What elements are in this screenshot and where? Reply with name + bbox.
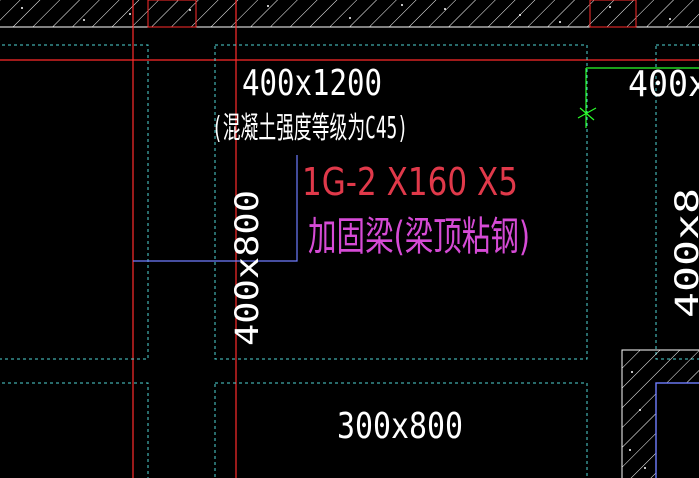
- reinforcement-description: 加固梁(梁顶粘钢): [308, 214, 530, 260]
- concrete-grade-note: (混凝土强度等级为C45): [212, 111, 408, 146]
- vertical-size-label: 400x800: [228, 190, 266, 346]
- reinforcement-code: 1G-2 X160 X5: [302, 160, 518, 204]
- right-vertical-label: 400x8: [668, 188, 699, 318]
- drawing-svg: 400x1200 (混凝土强度等级为C45) 400x 400x800 400x…: [0, 0, 699, 478]
- right-column-hatch: [621, 349, 699, 478]
- beam-size-label: 400x1200: [242, 63, 382, 104]
- cad-drawing-canvas[interactable]: 400x1200 (混凝土强度等级为C45) 400x 400x800 400x…: [0, 0, 699, 478]
- right-beam-label: 400x: [628, 64, 699, 105]
- bottom-beam-label: 300x800: [337, 406, 463, 447]
- top-wall-hatch: [0, 0, 699, 28]
